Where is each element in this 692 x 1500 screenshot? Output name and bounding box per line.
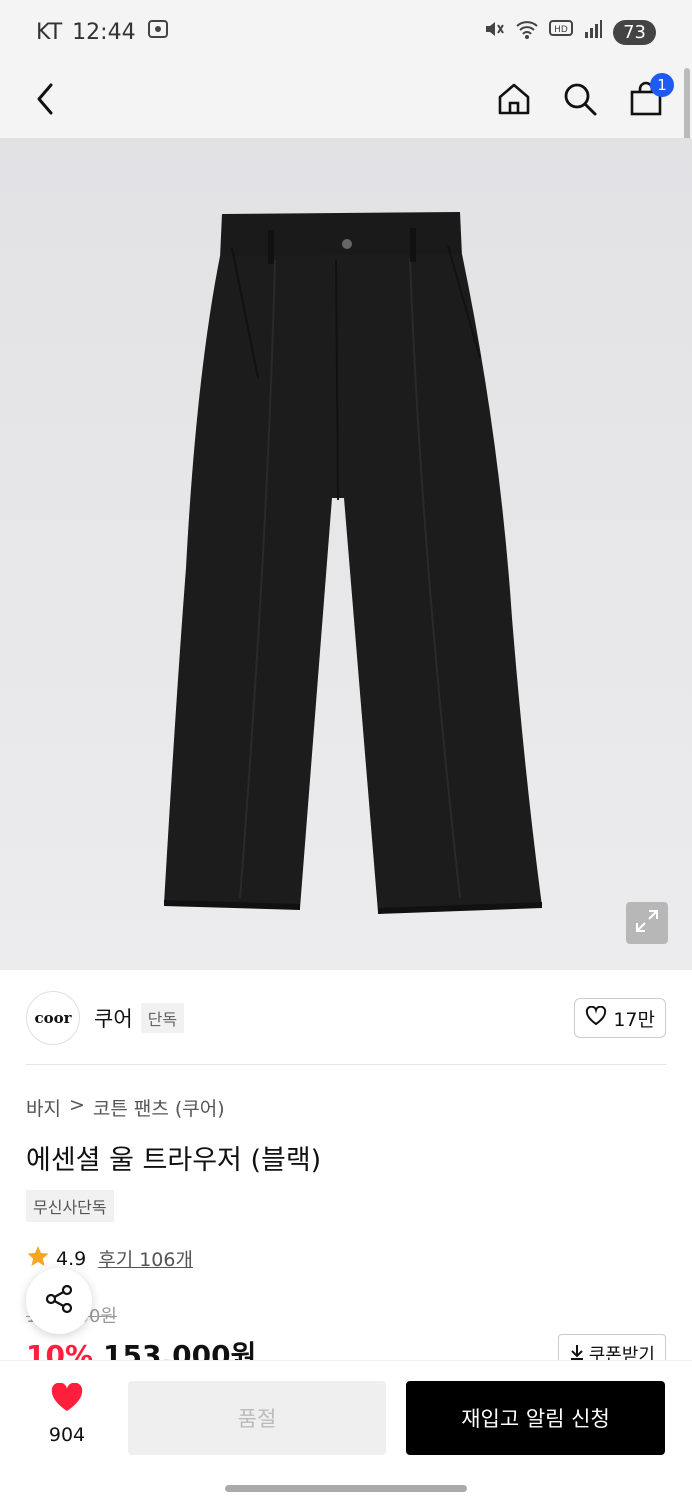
breadcrumb-separator: > <box>68 1094 85 1116</box>
heart-filled-icon <box>50 1382 84 1418</box>
home-icon <box>496 81 532 121</box>
svg-text:HD: HD <box>554 25 568 35</box>
battery-indicator: 73 <box>613 19 656 45</box>
trousers-illustration <box>0 138 692 970</box>
breadcrumb-category[interactable]: 바지 <box>26 1094 61 1121</box>
wifi-icon <box>515 18 539 46</box>
rating-value: 4.9 <box>56 1247 87 1270</box>
home-indicator[interactable] <box>225 1485 467 1492</box>
restock-alert-button[interactable]: 재입고 알림 신청 <box>406 1381 665 1455</box>
product-image[interactable] <box>0 138 692 970</box>
bottom-action-bar: 904 품절 재입고 알림 신청 <box>0 1360 692 1500</box>
product-title: 에센셜 울 트라우저 (블랙) <box>26 1145 322 1176</box>
breadcrumb-subcategory[interactable]: 코튼 팬츠 (쿠어) <box>93 1094 225 1121</box>
divider <box>26 1064 666 1065</box>
top-nav: 1 <box>0 64 692 138</box>
brand-like-count: 17만 <box>613 1008 655 1031</box>
carrier: KT <box>36 19 63 45</box>
chevron-left-icon <box>35 82 57 120</box>
back-button[interactable] <box>26 81 66 121</box>
wishlist-button[interactable]: 904 <box>28 1382 106 1446</box>
wishlist-count: 904 <box>48 1424 86 1446</box>
mute-icon <box>483 18 505 46</box>
search-button[interactable] <box>560 81 600 121</box>
exclusive-badge: 무신사단독 <box>26 1190 114 1222</box>
search-icon <box>562 81 598 121</box>
hd-icon: HD <box>549 19 574 45</box>
brand-like-button[interactable]: 17만 <box>574 998 666 1038</box>
soldout-button[interactable]: 품절 <box>128 1381 386 1455</box>
brand-name[interactable]: 쿠어 <box>94 1003 133 1033</box>
cart-button[interactable]: 1 <box>626 73 674 121</box>
clock: 12:44 <box>72 19 136 45</box>
status-bar: KT 12:44 HD 73 <box>0 0 692 64</box>
home-button[interactable] <box>494 81 534 121</box>
brand-exclusive-tag: 단독 <box>140 1003 185 1033</box>
star-icon <box>26 1244 50 1273</box>
screenshot-icon <box>146 17 170 47</box>
signal-icon <box>583 19 603 45</box>
brand-logo[interactable]: coor <box>26 991 80 1045</box>
expand-image-button[interactable] <box>626 902 668 944</box>
share-button[interactable] <box>26 1268 92 1334</box>
breadcrumb: 바지 > 코튼 팬츠 (쿠어) <box>26 1094 225 1121</box>
share-icon <box>43 1283 75 1319</box>
review-link[interactable]: 후기 106개 <box>98 1245 193 1272</box>
cart-count-badge: 1 <box>650 73 674 97</box>
heart-outline-icon <box>585 1005 607 1031</box>
brand-row: coor 쿠어 단독 17만 <box>26 988 666 1048</box>
expand-icon <box>634 908 660 938</box>
